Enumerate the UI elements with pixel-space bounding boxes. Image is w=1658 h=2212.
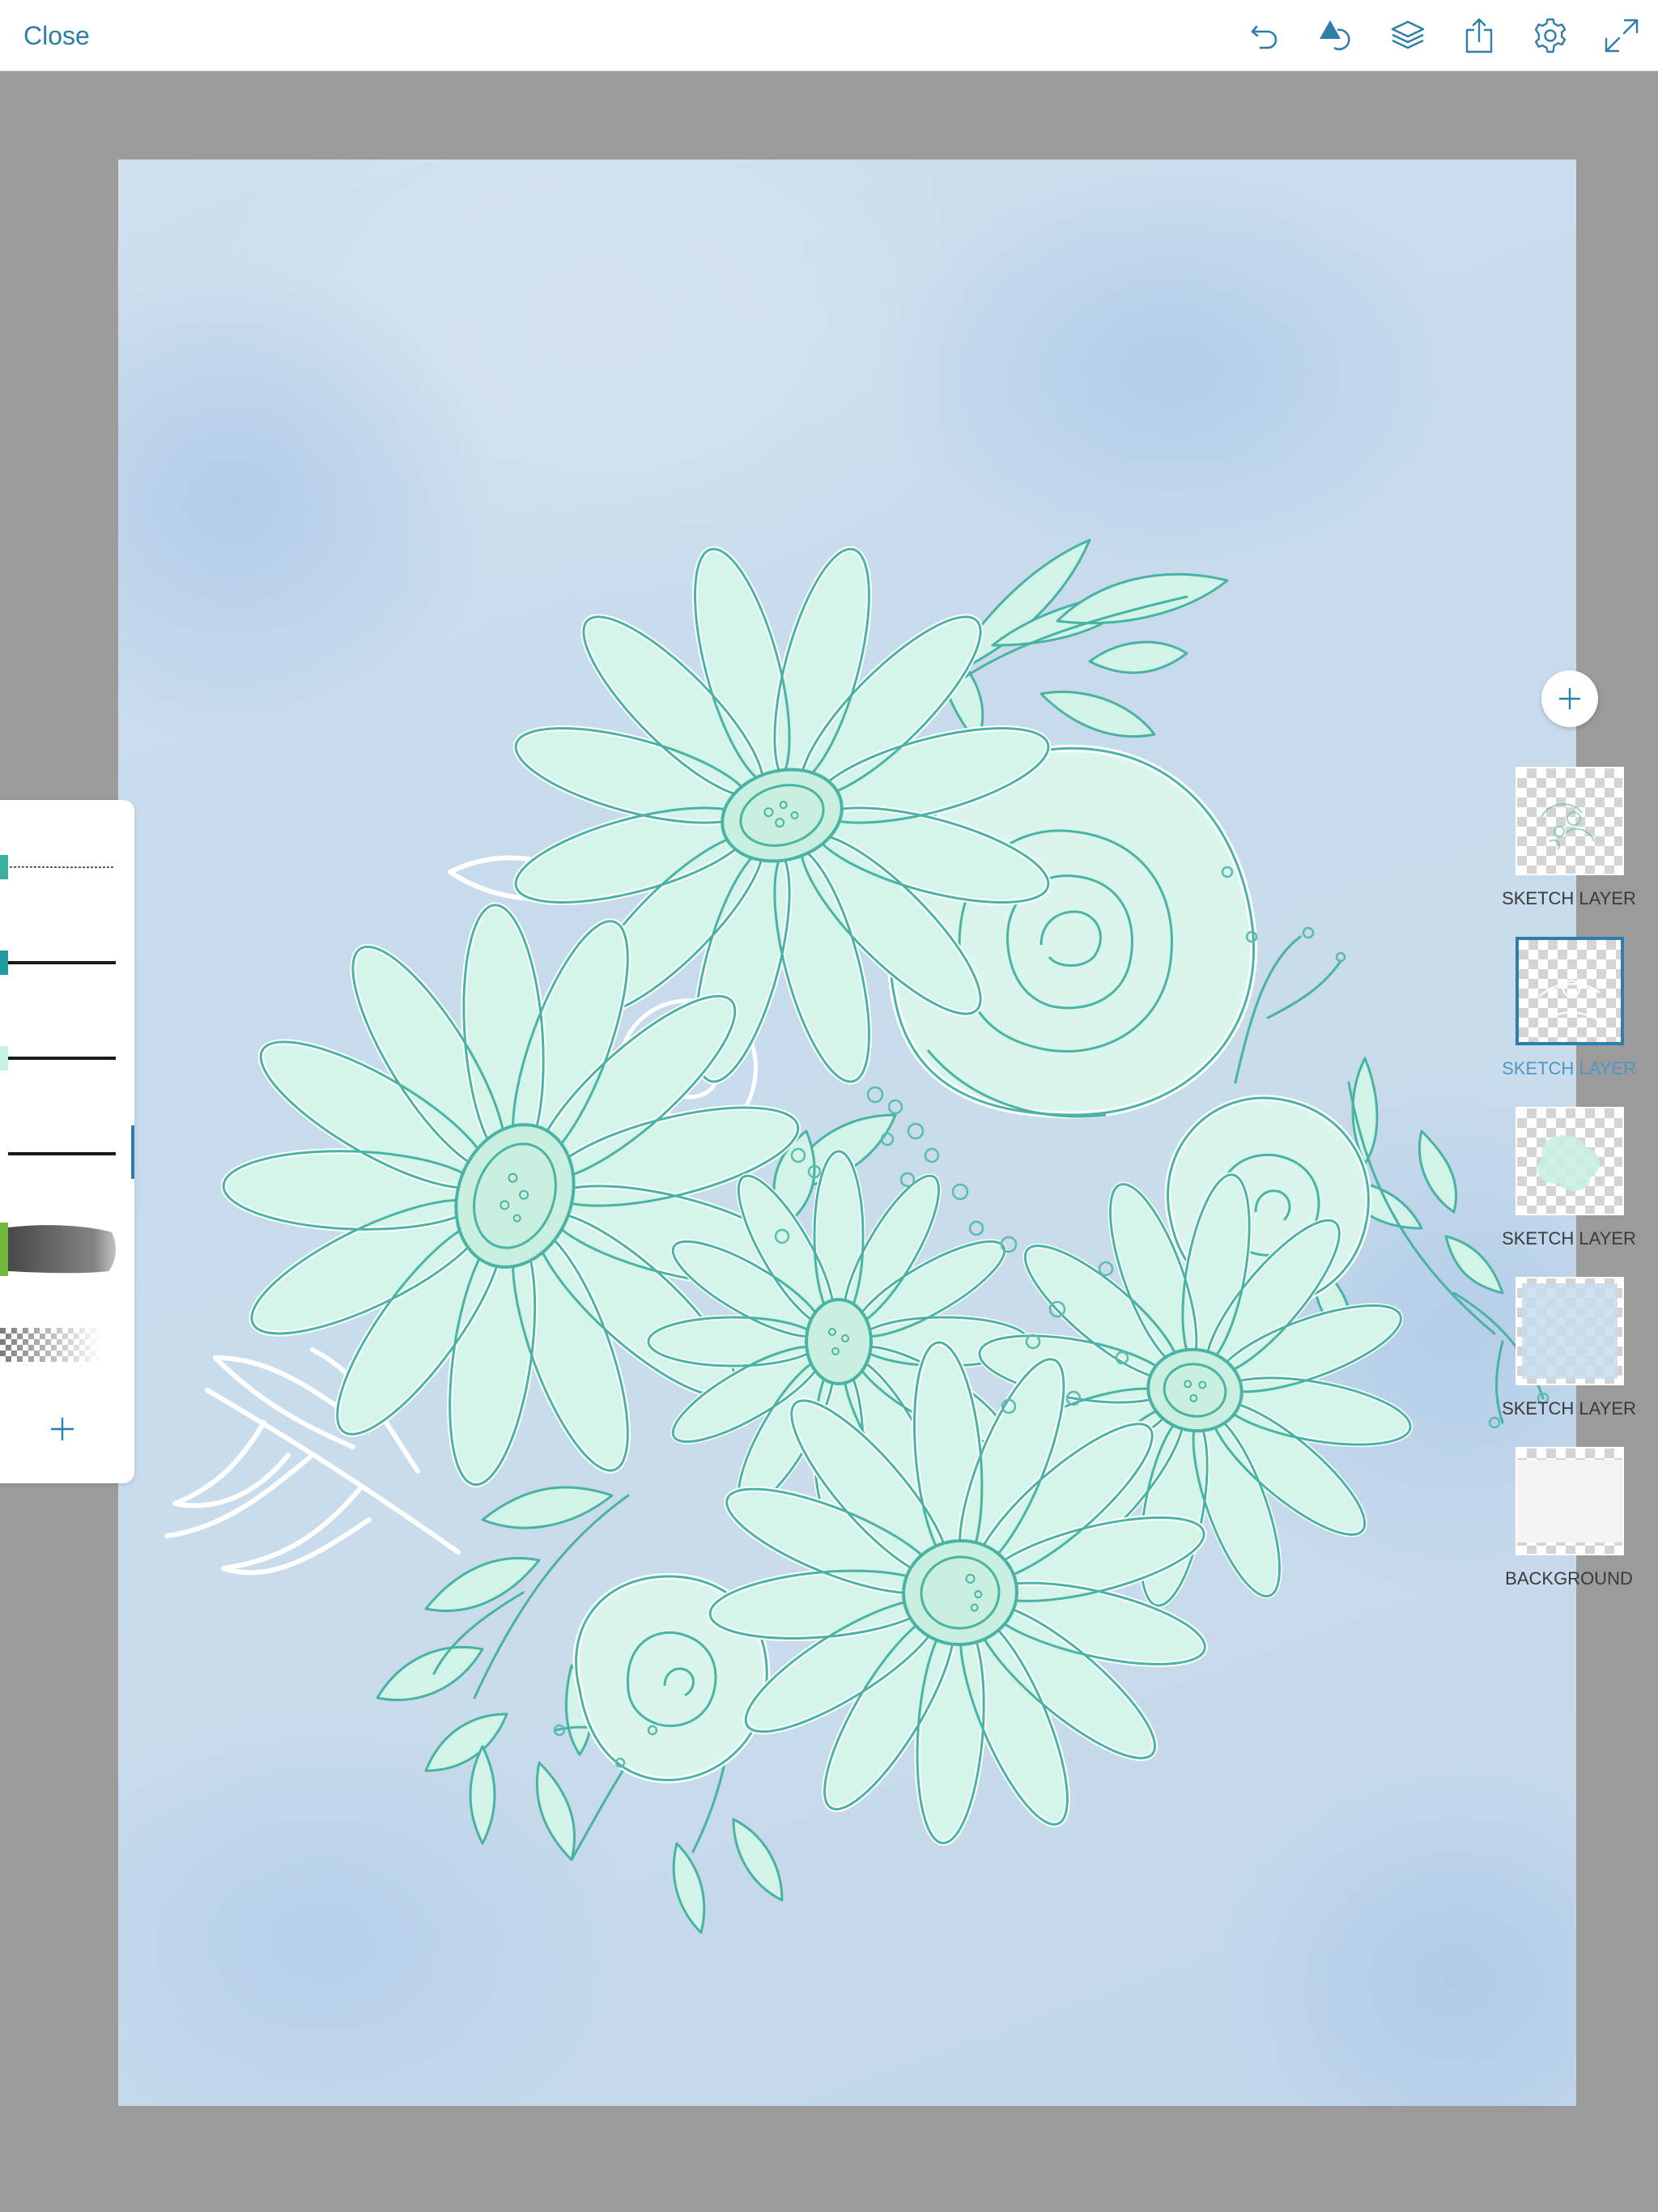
layers-icon (1391, 20, 1425, 49)
settings-icon (1534, 18, 1567, 53)
share-icon (1465, 18, 1493, 53)
layer-item[interactable]: SKETCH LAYER (1502, 1277, 1636, 1439)
layers-button[interactable] (1388, 15, 1428, 56)
undo-icon (1251, 25, 1278, 49)
settings-button[interactable] (1530, 15, 1571, 56)
layer-label: SKETCH LAYER (1502, 888, 1636, 908)
brush-ink-2[interactable] (0, 1030, 121, 1087)
layer-thumbnail (1516, 767, 1624, 875)
eraser-brush-icon (0, 1328, 102, 1362)
drawing-canvas[interactable] (118, 160, 1576, 2106)
shapes-button[interactable] (1316, 15, 1357, 56)
layer-label: SKETCH LAYER (1502, 1398, 1636, 1419)
brush-panel (0, 800, 134, 1483)
brush-ink-1[interactable] (0, 934, 121, 991)
layer-thumbnail (1516, 937, 1624, 1045)
share-button[interactable] (1459, 15, 1499, 56)
add-brush-button[interactable] (42, 1409, 83, 1449)
ink-brush-icon (8, 1152, 116, 1155)
brush-watercolor[interactable] (0, 1221, 121, 1278)
plus-icon (51, 1418, 74, 1440)
layer-label: SKETCH LAYER (1502, 1058, 1636, 1078)
floral-artwork (164, 538, 1550, 1934)
fullscreen-button[interactable] (1601, 15, 1642, 56)
top-toolbar: Close (0, 0, 1658, 71)
pencil-brush-icon (9, 866, 116, 869)
plus-icon (1559, 688, 1580, 709)
layer-item[interactable]: SKETCH LAYER (1502, 937, 1636, 1099)
ink-brush-icon (8, 1057, 116, 1060)
layer-label: BACKGROUND (1505, 1568, 1633, 1589)
brush-pencil[interactable] (0, 839, 121, 895)
selected-brush-marker (131, 1125, 134, 1179)
undo-button[interactable] (1245, 15, 1286, 56)
layer-item[interactable]: SKETCH LAYER (1502, 767, 1636, 929)
layer-thumbnail (1516, 1277, 1624, 1385)
layer-item[interactable]: SKETCH LAYER (1502, 1107, 1636, 1269)
layer-label: SKETCH LAYER (1502, 1228, 1636, 1249)
brush-ink-3[interactable] (0, 1125, 121, 1182)
ink-brush-icon (8, 961, 116, 964)
layer-thumbnail (1516, 1447, 1624, 1555)
close-button[interactable]: Close (23, 18, 90, 53)
layer-item[interactable]: BACKGROUND (1505, 1447, 1633, 1609)
layer-thumbnail (1516, 1107, 1624, 1215)
add-layer-button[interactable] (1541, 670, 1598, 727)
shapes-icon (1320, 20, 1350, 51)
brush-eraser[interactable] (0, 1317, 121, 1373)
fullscreen-icon (1605, 19, 1639, 53)
watercolor-brush-icon (8, 1225, 116, 1274)
